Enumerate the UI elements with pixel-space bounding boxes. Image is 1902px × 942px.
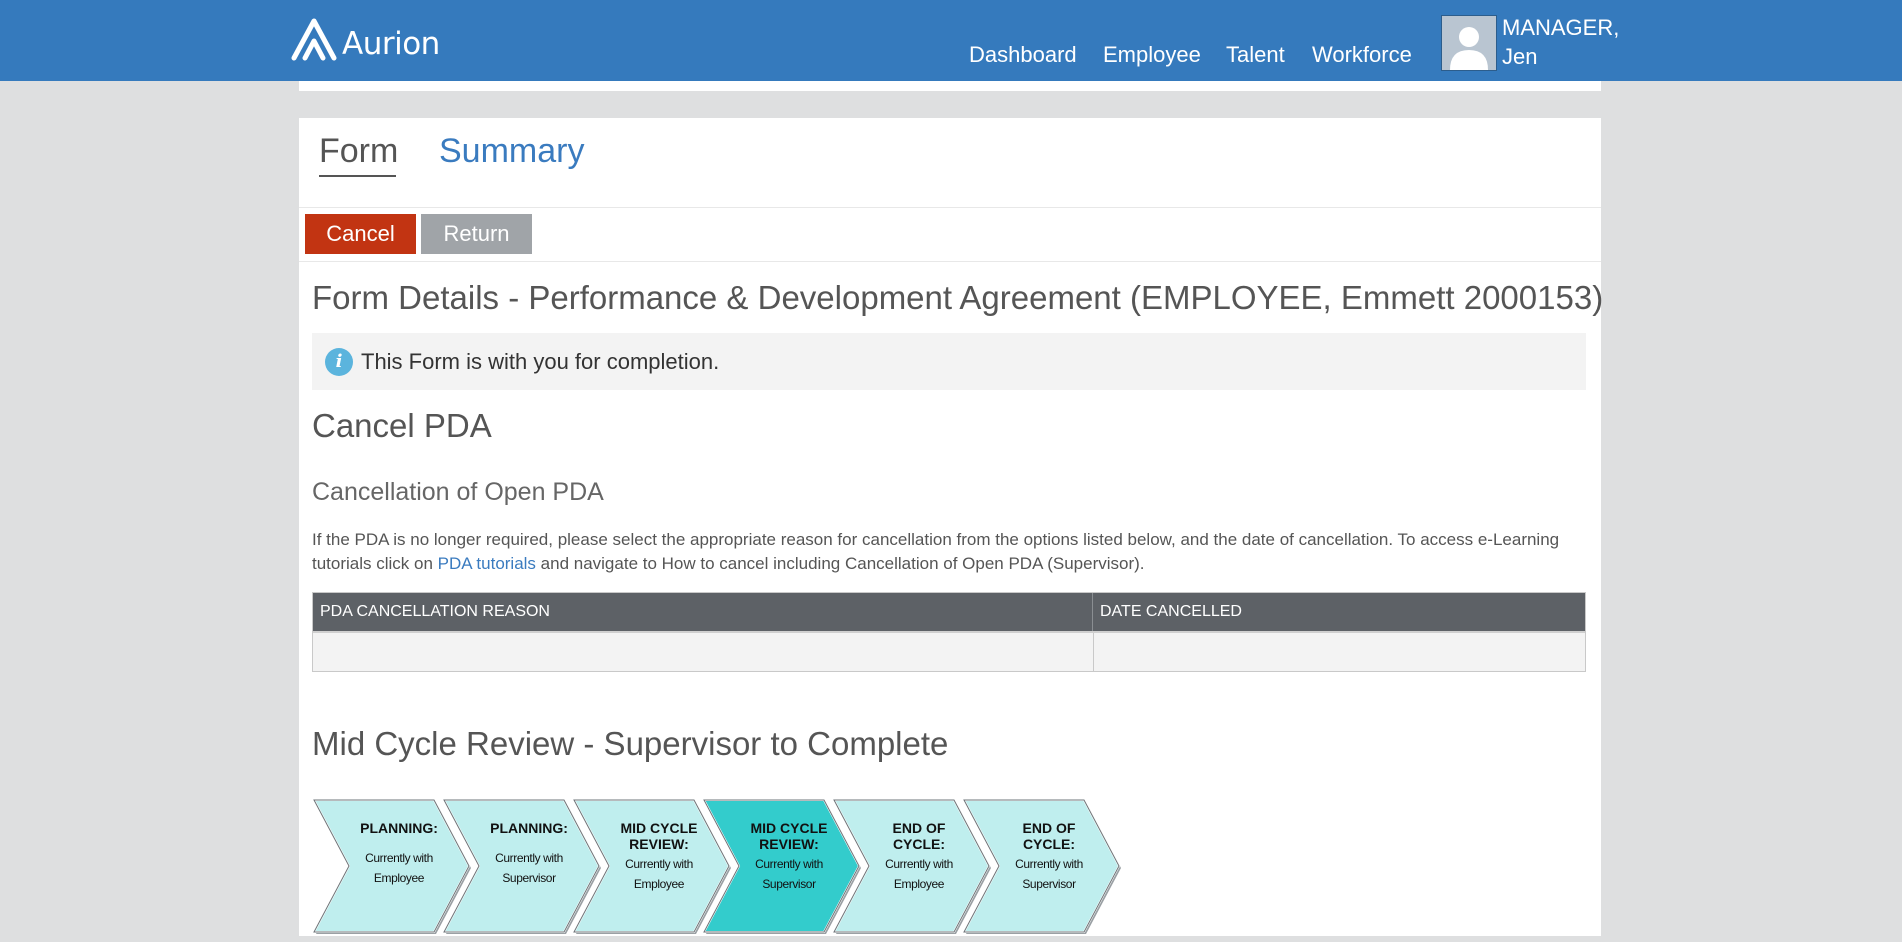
- stage-desc-line2: Supervisor: [1022, 877, 1076, 891]
- stage-title: END OF CYCLE:: [864, 820, 974, 852]
- stage-desc-line2: Supervisor: [502, 871, 556, 885]
- workflow-stage-label: END OF CYCLE: Currently with Employee: [864, 820, 974, 894]
- nav-employee[interactable]: Employee: [1103, 42, 1201, 68]
- stage-desc-line1: Currently with: [495, 851, 563, 865]
- stage-desc-line2: Employee: [633, 877, 685, 891]
- column-header-date: DATE CANCELLED: [1100, 603, 1242, 620]
- instructions-text-end: and navigate to How to cancel including …: [535, 554, 1145, 573]
- user-name[interactable]: MANAGER, Jen: [1502, 13, 1619, 71]
- stage-title-line1: MID CYCLE: [620, 820, 698, 836]
- stage-description: Currently with Supervisor: [734, 854, 844, 894]
- return-button[interactable]: Return: [421, 214, 532, 254]
- nav-talent[interactable]: Talent: [1226, 42, 1285, 68]
- stage-desc-line1: Currently with: [755, 857, 823, 871]
- aurion-logo-icon: [291, 18, 337, 61]
- stage-title-line2: CYCLE:: [892, 836, 946, 852]
- top-navigation-bar: Aurion Dashboard Employee Talent Workfor…: [0, 0, 1902, 81]
- stage-description: Currently with Employee: [864, 854, 974, 894]
- stage-title-line1: PLANNING:: [490, 820, 568, 836]
- info-icon: i: [325, 348, 353, 376]
- workflow-stage-label: PLANNING: Currently with Employee: [344, 820, 454, 888]
- column-header-reason: PDA CANCELLATION REASON: [313, 593, 1093, 631]
- workflow-stage-label: PLANNING: Currently with Supervisor: [474, 820, 584, 888]
- table-row: [313, 631, 1585, 671]
- header-strip: [299, 81, 1601, 91]
- logo-text: Aurion: [342, 25, 440, 62]
- date-cancelled-cell[interactable]: [1094, 633, 1585, 671]
- nav-workforce[interactable]: Workforce: [1312, 42, 1412, 68]
- stage-title-line1: MID CYCLE: [750, 820, 828, 836]
- tab-summary[interactable]: Summary: [439, 132, 584, 171]
- stage-desc-line2: Employee: [373, 871, 425, 885]
- stage-title-line1: PLANNING:: [360, 820, 438, 836]
- aurion-logo[interactable]: Aurion: [291, 17, 440, 61]
- stage-title-line1: END OF: [892, 820, 946, 836]
- workflow-stage-label: MID CYCLE REVIEW: Currently with Employee: [604, 820, 714, 894]
- table-header-row: PDA CANCELLATION REASON DATE CANCELLED: [313, 593, 1585, 631]
- stage-desc-line1: Currently with: [365, 851, 433, 865]
- divider: [299, 207, 1601, 208]
- cancellation-table: PDA CANCELLATION REASON DATE CANCELLED: [312, 592, 1586, 672]
- stage-title: END OF CYCLE:: [994, 820, 1104, 852]
- stage-title-line1: END OF: [1022, 820, 1076, 836]
- workflow-stage-label: END OF CYCLE: Currently with Supervisor: [994, 820, 1104, 894]
- stage-description: Currently with Supervisor: [474, 848, 584, 888]
- stage-desc-line2: Supervisor: [762, 877, 816, 891]
- stage-title-line2: REVIEW:: [629, 836, 689, 852]
- form-panel: Form Summary Cancel Return Form Details …: [299, 118, 1604, 938]
- workflow-stage-label: MID CYCLE REVIEW: Currently with Supervisor: [734, 820, 844, 894]
- info-text: This Form is with you for completion.: [361, 349, 720, 374]
- tab-form[interactable]: Form: [319, 132, 398, 171]
- stage-description: Currently with Employee: [604, 854, 714, 894]
- stage-title: PLANNING:: [344, 820, 454, 836]
- info-message: i This Form is with you for completion.: [312, 333, 1586, 390]
- cancel-button[interactable]: Cancel: [305, 214, 416, 254]
- stage-desc-line2: Employee: [893, 877, 945, 891]
- pda-tutorials-link[interactable]: PDA tutorials: [438, 554, 536, 573]
- form-title: Form Details - Performance & Development…: [312, 279, 1604, 316]
- user-name-line2: Jen: [1502, 44, 1538, 69]
- cancellation-subheading: Cancellation of Open PDA: [312, 478, 604, 506]
- workflow-stages: PLANNING: Currently with Employee PLANNING:…: [312, 798, 1142, 938]
- stage-title: PLANNING:: [474, 820, 584, 836]
- cancel-pda-heading: Cancel PDA: [312, 407, 492, 444]
- stage-title-line2: REVIEW:: [759, 836, 819, 852]
- stage-description: Currently with Supervisor: [994, 854, 1104, 894]
- stage-title-line2: CYCLE:: [1022, 836, 1076, 852]
- stage-desc-line1: Currently with: [885, 857, 953, 871]
- mid-cycle-heading: Mid Cycle Review - Supervisor to Complet…: [312, 725, 949, 762]
- stage-desc-line1: Currently with: [1015, 857, 1083, 871]
- divider: [299, 261, 1601, 262]
- tab-form-active-underline: [319, 175, 396, 177]
- stage-description: Currently with Employee: [344, 848, 454, 888]
- cancellation-instructions: If the PDA is no longer required, please…: [312, 528, 1592, 576]
- nav-dashboard[interactable]: Dashboard: [969, 42, 1077, 68]
- user-name-line1: MANAGER,: [1502, 15, 1620, 40]
- stage-title: MID CYCLE REVIEW:: [604, 820, 714, 852]
- stage-title: MID CYCLE REVIEW:: [734, 820, 844, 852]
- stage-desc-line1: Currently with: [625, 857, 693, 871]
- user-avatar-icon[interactable]: [1441, 15, 1497, 71]
- cancellation-reason-cell[interactable]: [313, 633, 1094, 671]
